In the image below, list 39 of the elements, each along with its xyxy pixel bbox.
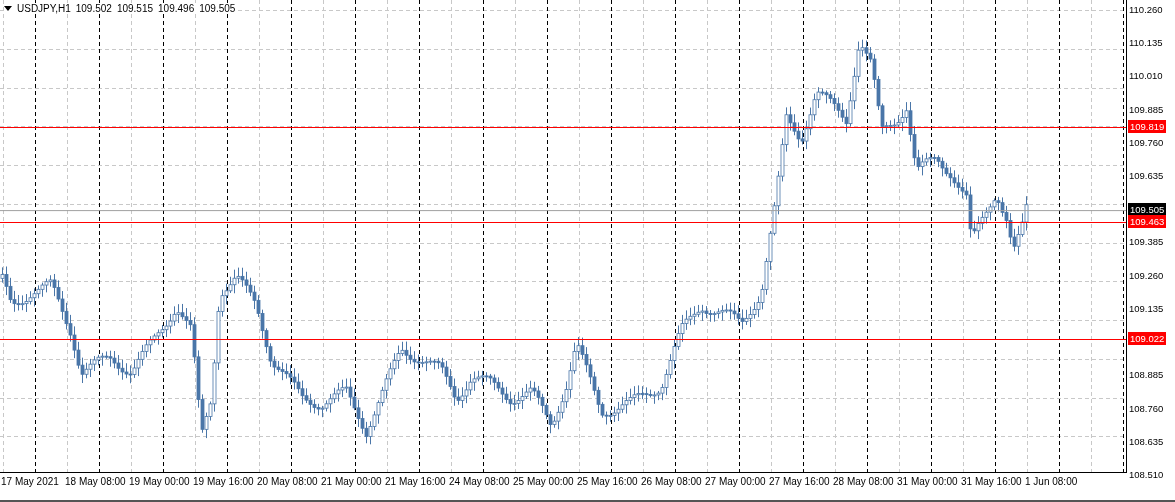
time-label: 31 May 16:00 bbox=[961, 476, 1022, 487]
time-label: 1 Jun 08:00 bbox=[1025, 476, 1078, 487]
time-label: 19 May 00:00 bbox=[129, 476, 190, 487]
price-tick-label: 109.385 bbox=[1129, 235, 1164, 249]
price-tick-label: 109.885 bbox=[1129, 102, 1164, 116]
current-price-tag: 109.505 bbox=[1128, 202, 1167, 216]
time-label: 26 May 08:00 bbox=[641, 476, 702, 487]
price-tick-label: 108.635 bbox=[1129, 434, 1164, 448]
price-tick-label: 110.010 bbox=[1129, 69, 1163, 83]
price-tick-label: 108.760 bbox=[1129, 401, 1164, 415]
symbol-label: USDJPY,H1 bbox=[17, 3, 71, 14]
level-price-tag: 109.819 bbox=[1128, 120, 1167, 134]
time-label: 25 May 16:00 bbox=[577, 476, 638, 487]
dropdown-triangle-icon[interactable] bbox=[4, 6, 12, 11]
price-value: 109.496 bbox=[158, 3, 195, 14]
price-tick-label: 110.135 bbox=[1129, 36, 1163, 50]
price-tick-label: 109.760 bbox=[1129, 135, 1164, 149]
time-label: 27 May 00:00 bbox=[705, 476, 766, 487]
time-label: 27 May 16:00 bbox=[769, 476, 830, 487]
time-label: 19 May 16:00 bbox=[193, 476, 254, 487]
time-label: 17 May 2021 bbox=[1, 476, 59, 487]
price-value: 109.502 bbox=[75, 3, 112, 14]
price-value: 109.515 bbox=[116, 3, 154, 14]
time-label: 21 May 00:00 bbox=[321, 476, 382, 487]
time-label: 20 May 08:00 bbox=[257, 476, 318, 487]
time-label: 25 May 00:00 bbox=[513, 476, 574, 487]
time-label: 31 May 00:00 bbox=[897, 476, 958, 487]
price-tick-label: 109.135 bbox=[1129, 301, 1164, 315]
price-tick-label: 109.260 bbox=[1129, 268, 1164, 282]
level-price-tag: 109.022 bbox=[1128, 331, 1167, 345]
price-tick-label: 108.510 bbox=[1129, 467, 1164, 481]
price-tick-label: 108.885 bbox=[1129, 368, 1164, 382]
time-label: 24 May 08:00 bbox=[449, 476, 510, 487]
price-tick-label: 109.635 bbox=[1129, 169, 1164, 183]
time-label: 18 May 08:00 bbox=[65, 476, 126, 487]
price-value: 109.505 bbox=[199, 3, 236, 14]
time-label: 28 May 08:00 bbox=[833, 476, 894, 487]
price-tick-label: 110.260 bbox=[1129, 3, 1163, 16]
time-label: 21 May 16:00 bbox=[385, 476, 446, 487]
